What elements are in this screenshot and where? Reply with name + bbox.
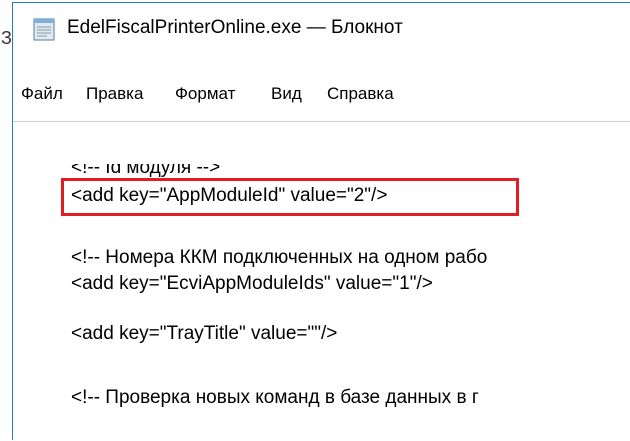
menu-format[interactable]: Формат [175,81,235,107]
notepad-window[interactable]: EdelFiscalPrinterOnline.exe — Блокнот Фа… [12,2,630,441]
menu-bar: Файл Правка Формат Вид Справка [13,81,630,109]
menu-view[interactable]: Вид [271,81,302,107]
code-line-7: <add key="TrayTitle" value=""/> [71,323,338,344]
menu-help[interactable]: Справка [327,81,394,107]
code-line-1: <!-- Id модуля --> [71,157,221,178]
code-line-9: <!-- Проверка новых команд в базе данных… [71,387,479,408]
title-bar[interactable]: EdelFiscalPrinterOnline.exe — Блокнот [13,3,630,51]
code-line-5: <add key="EcviAppModuleIds" value="1"/> [71,273,433,294]
background-window-text: З [1,28,12,48]
code-line-4: <!-- Номера ККМ подключенных на одном ра… [71,247,488,268]
highlight-box [61,178,519,216]
background-window-edge: З [0,0,12,439]
window-title: EdelFiscalPrinterOnline.exe — Блокнот [67,17,403,38]
text-editor[interactable]: <!-- Id модуля --> <add key="AppModuleId… [13,121,630,441]
menu-file[interactable]: Файл [21,81,63,107]
notepad-icon [33,18,55,41]
menu-edit[interactable]: Правка [86,81,143,107]
